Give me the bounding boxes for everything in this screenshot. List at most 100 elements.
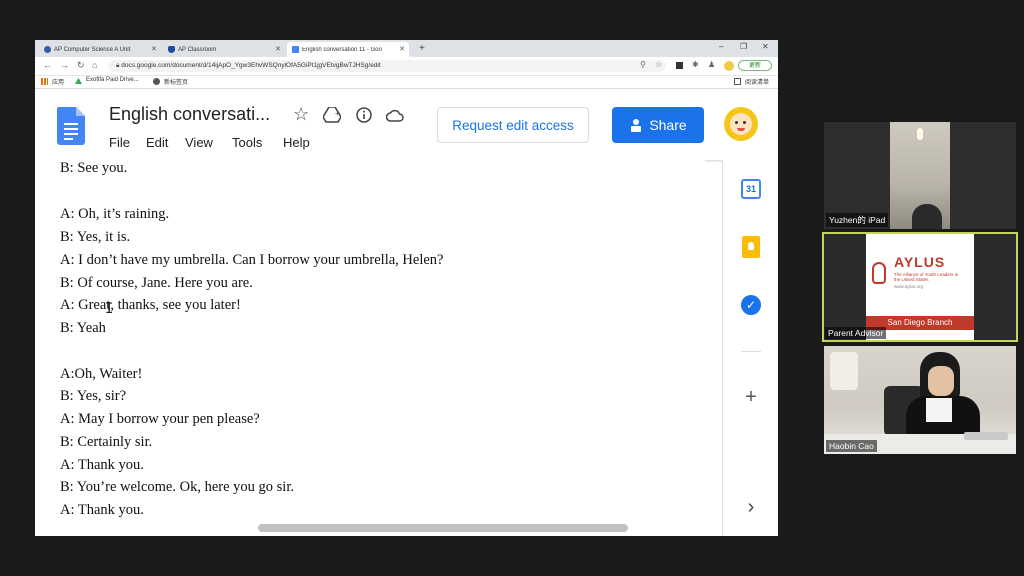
doc-line: A: Thank you.	[60, 457, 144, 473]
info-icon[interactable]	[356, 107, 372, 123]
doc-line: B: Yes, sir?	[60, 388, 127, 404]
new-tab-button[interactable]: +	[419, 43, 425, 54]
reading-list[interactable]: 阅读清单	[745, 77, 769, 86]
shared-slide: AYLUS The Alliance of Youth Leaders in t…	[866, 234, 974, 340]
tab-label: AP Classroom	[178, 46, 217, 53]
doc-line: A: I don’t have my umbrella. Can I borro…	[60, 252, 444, 268]
avatar-small[interactable]	[724, 61, 734, 71]
docs-icon	[292, 46, 299, 53]
close-window-button[interactable]: ✕	[762, 42, 769, 51]
torch-logo-icon	[872, 262, 886, 284]
docs-logo-icon[interactable]	[57, 107, 85, 145]
url-input[interactable]: 🔒︎ docs.google.com/document/d/14ijApO_Yg…	[108, 60, 666, 72]
horizontal-scrollbar[interactable]	[258, 524, 628, 532]
bookmark-apps[interactable]: 应用	[52, 77, 64, 86]
svg-text:+: +	[335, 109, 340, 118]
light-fixture	[917, 128, 923, 140]
video-tile-parent-advisor[interactable]: AYLUS The Alliance of Youth Leaders in t…	[822, 232, 1018, 342]
address-bar-row: ← → ↻ ⌂ 🔒︎ docs.google.com/document/d/14…	[35, 57, 778, 76]
doc-line: B: Certainly sir.	[60, 434, 153, 450]
document-canvas[interactable]: B: See you. A: Oh, it’s raining. B: Yes,…	[35, 160, 705, 536]
tab-strip: AP Computer Science A Unit ✕ AP Classroo…	[35, 40, 778, 57]
apps-icon	[41, 78, 48, 85]
tab-ap-csa[interactable]: AP Computer Science A Unit ✕	[39, 42, 161, 57]
bookmark-newtab[interactable]: 新标签页	[164, 77, 188, 86]
maximize-button[interactable]: ❐	[740, 42, 747, 51]
menu-tools[interactable]: Tools	[232, 135, 262, 150]
url-text: docs.google.com/document/d/14ijApO_Ygw3E…	[121, 62, 381, 69]
side-panel: 31 ✓ + ›	[722, 160, 778, 536]
lock-person-icon	[631, 119, 642, 132]
close-tab-icon[interactable]: ✕	[275, 45, 281, 53]
document-title[interactable]: English conversati...	[109, 104, 270, 125]
doc-line: A: Thank you.	[60, 502, 144, 518]
doc-line: B: Of course, Jane. Here you are.	[60, 275, 253, 291]
expand-icon[interactable]: ›	[740, 496, 762, 518]
menu-file[interactable]: File	[109, 135, 130, 150]
avatar[interactable]	[724, 107, 758, 141]
back-icon[interactable]: ←	[43, 60, 52, 70]
menu-edit[interactable]: Edit	[146, 135, 168, 150]
doc-line: A:Oh, Waiter!	[60, 366, 143, 382]
menu-help[interactable]: Help	[283, 135, 310, 150]
tab-label: English conversation 11 - Goo	[302, 46, 382, 53]
keyboard	[964, 432, 1008, 440]
tab-label: AP Computer Science A Unit	[54, 46, 131, 53]
bookmarks-bar: 应用 Exofifa Paid Drive... 新标签页 阅读清单	[35, 75, 778, 89]
browser-window: AP Computer Science A Unit ✕ AP Classroo…	[35, 40, 778, 536]
doc-line: A: Great, thanks, see you later!	[60, 297, 241, 313]
person-face	[928, 366, 954, 396]
doc-line: B: You’re welcome. Ok, here you go sir.	[60, 479, 294, 495]
forward-icon[interactable]: →	[60, 60, 69, 70]
tab-ap-classroom[interactable]: AP Classroom ✕	[163, 42, 285, 57]
request-edit-access-button[interactable]: Request edit access	[437, 107, 589, 143]
reading-list-icon	[734, 78, 741, 85]
close-tab-icon[interactable]: ✕	[399, 45, 405, 53]
participant-name: Haobin Cao	[826, 440, 877, 452]
tab-english-conversation[interactable]: English conversation 11 - Goo ✕	[287, 42, 409, 57]
calendar-icon[interactable]: 31	[740, 178, 762, 200]
text-cursor-icon: I	[105, 301, 114, 317]
doc-line: B: See you.	[60, 160, 128, 176]
home-icon[interactable]: ⌂	[92, 60, 97, 70]
slide-site: www.aylus.org	[894, 284, 924, 289]
update-button[interactable]: 更新	[738, 60, 772, 71]
minimize-button[interactable]: –	[719, 42, 723, 51]
keep-icon[interactable]	[740, 236, 762, 258]
video-tile-haobin[interactable]: Haobin Cao	[824, 346, 1016, 454]
doc-line: B: Yeah	[60, 320, 106, 336]
move-to-drive-icon[interactable]: +	[323, 107, 341, 123]
docs-header: English conversati... ☆ + File Edit View…	[35, 89, 778, 161]
extension-icon[interactable]	[676, 62, 683, 69]
person-silhouette	[912, 204, 942, 229]
shield-icon	[168, 46, 175, 53]
doc-line: A: May I borrow your pen please?	[60, 411, 260, 427]
share-button[interactable]: Share	[612, 107, 704, 143]
doc-line: A: Oh, it’s raining.	[60, 206, 170, 222]
share-label: Share	[649, 117, 687, 133]
puzzle-icon[interactable]: ✱	[692, 60, 699, 69]
zoom-icon[interactable]: ⚲	[640, 60, 646, 69]
profile-icon[interactable]: ♟	[708, 60, 715, 69]
globe-icon	[153, 78, 160, 85]
star-icon[interactable]: ☆	[293, 104, 309, 125]
star-icon[interactable]: ☆	[655, 60, 662, 69]
calendar-day: 31	[741, 179, 761, 199]
divider	[741, 351, 761, 352]
slide-brand: AYLUS	[894, 254, 946, 270]
cloud-status-icon[interactable]	[386, 109, 404, 122]
add-icon[interactable]: +	[740, 386, 762, 408]
shirt	[926, 398, 952, 422]
participant-name: Parent Advisor	[825, 327, 887, 339]
participant-name: Yuzhen的 iPad	[826, 213, 889, 227]
reload-icon[interactable]: ↻	[77, 60, 85, 71]
video-tile-yuzhen[interactable]: Yuzhen的 iPad	[824, 122, 1016, 229]
tasks-icon[interactable]: ✓	[740, 294, 762, 316]
drive-icon	[75, 78, 82, 84]
doc-line: B: Yes, it is.	[60, 229, 131, 245]
lamp	[830, 352, 858, 390]
close-tab-icon[interactable]: ✕	[151, 45, 157, 53]
menu-view[interactable]: View	[185, 135, 213, 150]
bookmark-exofifa[interactable]: Exofifa Paid Drive...	[86, 77, 139, 83]
q-icon	[44, 46, 51, 53]
